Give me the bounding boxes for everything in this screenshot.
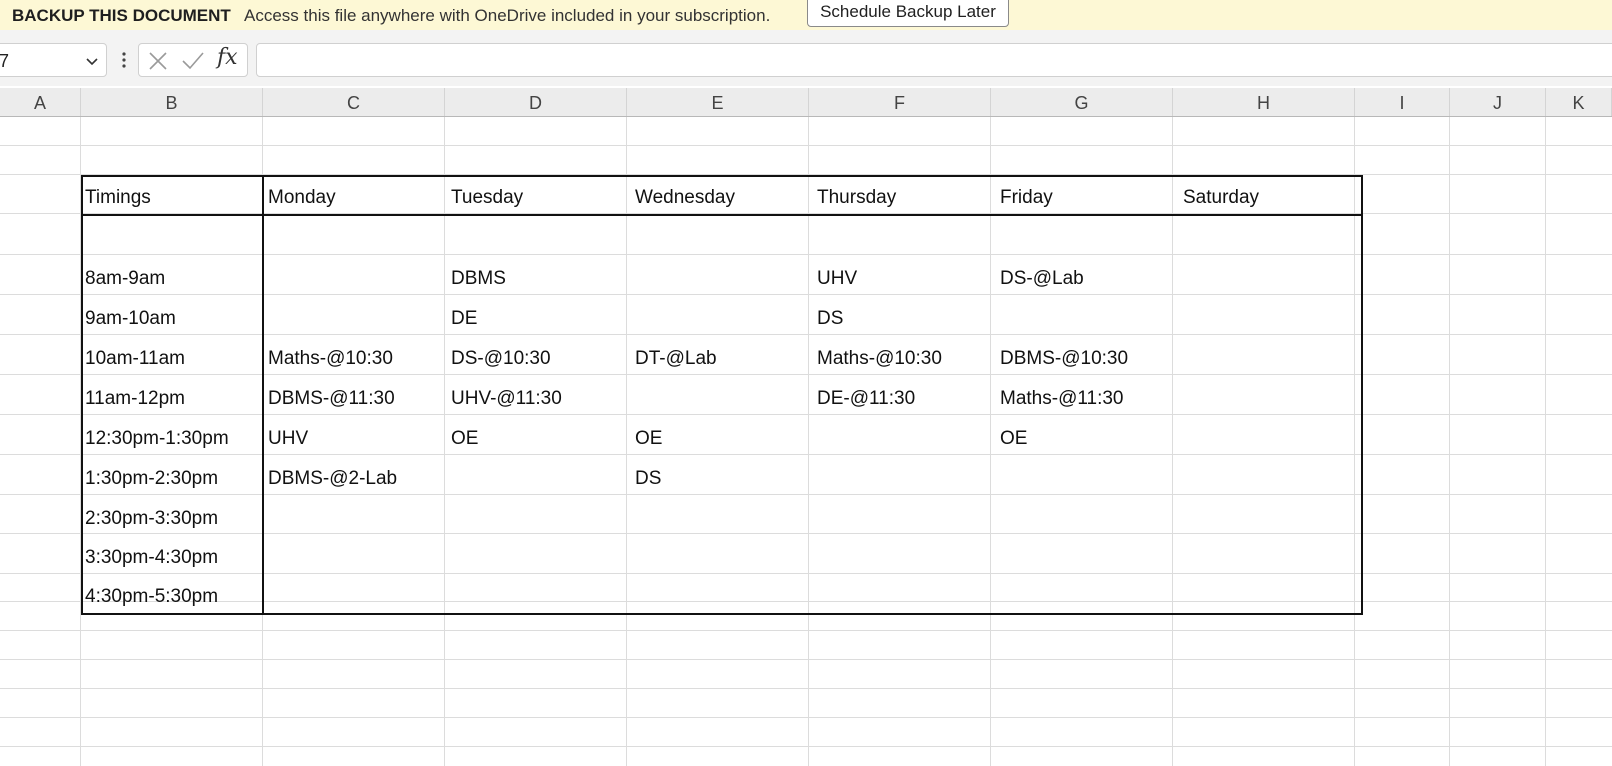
column-header-h[interactable]: H bbox=[1173, 88, 1355, 116]
column-header-c[interactable]: C bbox=[263, 88, 445, 116]
column-header-g[interactable]: G bbox=[991, 88, 1173, 116]
column-header-j[interactable]: J bbox=[1450, 88, 1546, 116]
timing-cell[interactable]: 11am-12pm bbox=[85, 388, 185, 410]
timing-cell[interactable]: 12:30pm-1:30pm bbox=[85, 428, 229, 450]
header-cell-timings[interactable]: Timings bbox=[85, 187, 151, 209]
spreadsheet-grid[interactable]: Timings Monday Tuesday Wednesday Thursday Fri… bbox=[0, 117, 1612, 766]
gridline-horizontal bbox=[0, 414, 1612, 415]
table-border-timings-divider bbox=[262, 175, 264, 615]
enter-check-icon[interactable] bbox=[181, 50, 205, 72]
notification-message: Access this file anywhere with OneDrive … bbox=[244, 6, 771, 25]
column-header-f[interactable]: F bbox=[809, 88, 991, 116]
table-border-top bbox=[81, 175, 1363, 177]
schedule-cell[interactable]: DE bbox=[451, 308, 477, 330]
gridline-horizontal bbox=[0, 494, 1612, 495]
timing-cell[interactable]: 3:30pm-4:30pm bbox=[85, 547, 218, 569]
column-header-b[interactable]: B bbox=[81, 88, 263, 116]
column-header-k[interactable]: K bbox=[1546, 88, 1612, 116]
gridline-horizontal bbox=[0, 573, 1612, 574]
schedule-cell[interactable]: Maths-@11:30 bbox=[1000, 388, 1124, 410]
gridline-horizontal bbox=[0, 533, 1612, 534]
header-cell-wednesday[interactable]: Wednesday bbox=[635, 187, 735, 209]
timing-cell[interactable]: 10am-11am bbox=[85, 348, 185, 370]
gridline-horizontal bbox=[0, 454, 1612, 455]
gridline-horizontal bbox=[0, 659, 1612, 660]
header-cell-tuesday[interactable]: Tuesday bbox=[451, 187, 523, 209]
schedule-cell[interactable]: UHV bbox=[268, 428, 308, 450]
schedule-cell[interactable]: Maths-@10:30 bbox=[268, 348, 393, 370]
schedule-backup-later-button[interactable]: Schedule Backup Later bbox=[807, 0, 1009, 27]
gridline-horizontal bbox=[0, 374, 1612, 375]
formula-input[interactable] bbox=[256, 43, 1612, 77]
timing-cell[interactable]: 9am-10am bbox=[85, 308, 176, 330]
schedule-cell[interactable]: DS-@10:30 bbox=[451, 348, 551, 370]
gridline-horizontal bbox=[0, 334, 1612, 335]
timing-cell[interactable]: 2:30pm-3:30pm bbox=[85, 508, 218, 530]
schedule-cell[interactable]: DBMS-@2-Lab bbox=[268, 468, 397, 490]
gridline-horizontal bbox=[0, 145, 1612, 146]
column-header-e[interactable]: E bbox=[627, 88, 809, 116]
formula-buttons: fx bbox=[138, 43, 248, 77]
gridline-vertical bbox=[1449, 117, 1450, 766]
schedule-cell[interactable]: OE bbox=[1000, 428, 1027, 450]
column-header-d[interactable]: D bbox=[445, 88, 627, 116]
column-headers: ABCDEFGHIJK bbox=[0, 88, 1612, 117]
schedule-cell[interactable]: DE-@11:30 bbox=[817, 388, 915, 410]
schedule-cell[interactable]: DS-@Lab bbox=[1000, 268, 1084, 290]
column-header-a[interactable]: A bbox=[0, 88, 81, 116]
name-box-value: 7 bbox=[0, 51, 10, 71]
gridline-horizontal bbox=[0, 630, 1612, 631]
gridline-horizontal bbox=[0, 294, 1612, 295]
schedule-cell[interactable]: UHV-@11:30 bbox=[451, 388, 562, 410]
table-border-left bbox=[81, 175, 83, 615]
schedule-cell[interactable]: UHV bbox=[817, 268, 857, 290]
cancel-icon[interactable] bbox=[147, 50, 169, 72]
name-box[interactable]: 7 bbox=[0, 43, 107, 77]
column-header-i[interactable]: I bbox=[1355, 88, 1450, 116]
timing-cell[interactable]: 1:30pm-2:30pm bbox=[85, 468, 218, 490]
chevron-down-icon[interactable] bbox=[84, 53, 100, 69]
header-cell-monday[interactable]: Monday bbox=[268, 187, 336, 209]
formula-bar-area: 7 fx bbox=[0, 30, 1612, 86]
schedule-cell[interactable]: DT-@Lab bbox=[635, 348, 717, 370]
timing-cell[interactable]: 8am-9am bbox=[85, 268, 165, 290]
table-border-right bbox=[1361, 175, 1363, 615]
schedule-cell[interactable]: DS bbox=[635, 468, 661, 490]
gridline-horizontal bbox=[0, 688, 1612, 689]
gridline-horizontal bbox=[0, 254, 1612, 255]
header-cell-friday[interactable]: Friday bbox=[1000, 187, 1053, 209]
table-border-header-bottom bbox=[81, 214, 1363, 216]
table-border-bottom bbox=[81, 613, 1363, 615]
schedule-cell[interactable]: OE bbox=[635, 428, 662, 450]
schedule-cell[interactable]: Maths-@10:30 bbox=[817, 348, 942, 370]
notification-title: BACKUP THIS DOCUMENT bbox=[12, 6, 231, 25]
insert-function-icon[interactable]: fx bbox=[217, 45, 238, 70]
schedule-cell[interactable]: DBMS-@11:30 bbox=[268, 388, 395, 410]
gridline-horizontal bbox=[0, 717, 1612, 718]
schedule-cell[interactable]: OE bbox=[451, 428, 478, 450]
more-options-icon[interactable] bbox=[119, 50, 129, 70]
schedule-cell[interactable]: DBMS-@10:30 bbox=[1000, 348, 1128, 370]
backup-notification-bar: BACKUP THIS DOCUMENT Access this file an… bbox=[0, 0, 1612, 31]
gridline-horizontal bbox=[0, 601, 1612, 602]
gridline-horizontal bbox=[0, 746, 1612, 747]
schedule-cell[interactable]: DBMS bbox=[451, 268, 506, 290]
schedule-cell[interactable]: DS bbox=[817, 308, 843, 330]
header-cell-saturday[interactable]: Saturday bbox=[1183, 187, 1259, 209]
header-cell-thursday[interactable]: Thursday bbox=[817, 187, 896, 209]
gridline-vertical bbox=[1545, 117, 1546, 766]
timing-cell[interactable]: 4:30pm-5:30pm bbox=[85, 586, 218, 608]
